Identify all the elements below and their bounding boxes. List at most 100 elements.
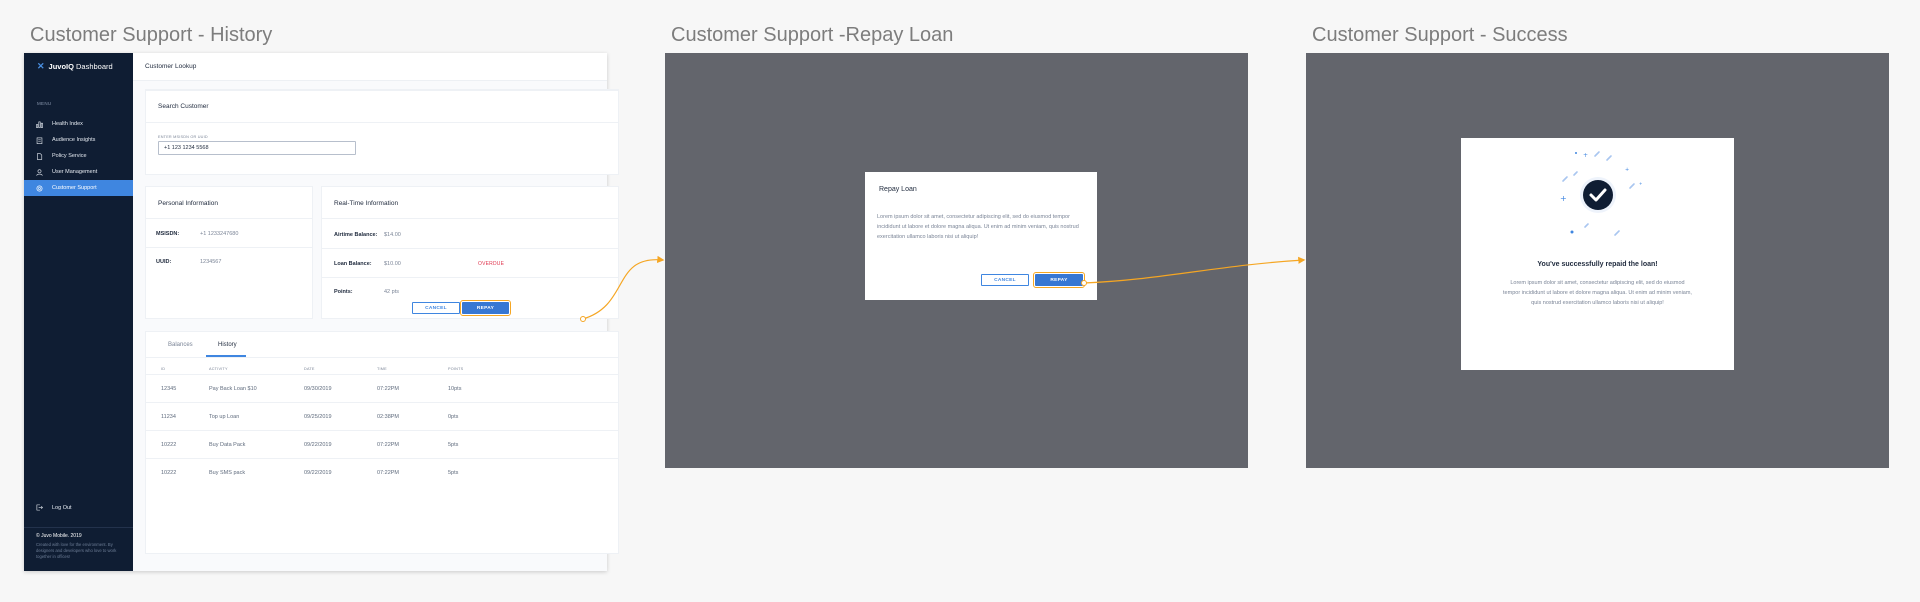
tab-history[interactable]: History [218, 342, 237, 348]
personal-info-card: Personal Information MSISDN: +1 12332476… [145, 186, 313, 319]
history-screen: ✕ JuvoIQ Dashboard MENU Health Index Aud… [24, 53, 619, 571]
card-title: Real-Time Information [334, 200, 399, 207]
overdue-badge: OVERDUE [478, 261, 505, 267]
sidebar-item-label: User Management [52, 169, 98, 175]
clipboard-icon [36, 137, 43, 144]
divider [146, 430, 618, 431]
search-caption: ENTER MSISDN OR UUID [158, 135, 208, 139]
cell-time: 07:22PM [377, 470, 400, 476]
cell-date: 09/25/2019 [304, 414, 332, 420]
success-screen: + + + + You've successfully repaid the l… [1306, 53, 1889, 468]
divider [146, 357, 618, 358]
svg-text:+: + [1639, 181, 1642, 186]
cell-time: 07:22PM [377, 386, 400, 392]
column-header-date: DATE [304, 367, 315, 371]
msisdn-label: MSISDN: [156, 231, 180, 237]
cell-id: 10222 [161, 442, 177, 448]
copyright: © Juvo Mobile. 2019 [36, 533, 82, 539]
svg-text:+: + [1560, 194, 1567, 203]
loan-label: Loan Balance: [334, 261, 372, 267]
check-circle-icon [1583, 180, 1613, 210]
card-title: Personal Information [158, 200, 218, 207]
cell-time: 07:22PM [377, 442, 400, 448]
sidebar-item-policy-service[interactable]: Policy Service [24, 148, 133, 164]
cell-date: 09/30/2019 [304, 386, 332, 392]
search-customer-card: Search Customer ENTER MSISDN OR UUID +1 … [145, 90, 619, 175]
success-modal: + + + + You've successfully repaid the l… [1461, 138, 1734, 370]
cell-points: 0pts [448, 414, 459, 420]
user-icon [36, 168, 43, 176]
repay-button[interactable]: REPAY [1033, 272, 1085, 288]
board-title-repay: Customer Support -Repay Loan [671, 24, 954, 46]
logout-label: Log Out [52, 504, 72, 511]
divider [146, 374, 618, 375]
msisdn-value: +1 1233247680 [200, 231, 239, 237]
realtime-info-card: Real-Time Information Airtime Balance: $… [321, 186, 619, 319]
cell-points: 5pts [448, 470, 459, 476]
divider [146, 122, 618, 123]
airtime-label: Airtime Balance: [334, 232, 378, 238]
logout-icon [36, 504, 43, 511]
cell-activity: Pay Back Loan $10 [209, 386, 257, 392]
sidebar-item-label: Customer Support [52, 185, 97, 191]
points-value: 42 pts [384, 289, 399, 295]
divider [322, 218, 618, 219]
logo[interactable]: ✕ JuvoIQ Dashboard [37, 61, 113, 72]
success-illustration: + + + + [1560, 151, 1642, 236]
sidebar-item-label: Audience Insights [52, 137, 96, 143]
logo-icon: ✕ [37, 61, 45, 71]
logout-button[interactable]: Log Out [36, 504, 72, 511]
page-title: Customer Lookup [145, 63, 197, 70]
column-header-id: ID [161, 367, 166, 371]
divider [146, 218, 312, 219]
cell-date: 09/22/2019 [304, 470, 332, 476]
sidebar: ✕ JuvoIQ Dashboard MENU Health Index Aud… [24, 53, 133, 571]
svg-text:+: + [1625, 167, 1629, 173]
menu-caption: MENU [37, 101, 52, 106]
column-header-activity: ACTIVITY [209, 367, 228, 371]
repay-button[interactable]: REPAY [460, 300, 511, 316]
sidebar-nav: Health Index Audience Insights Policy Se… [24, 116, 133, 196]
svg-text:+: + [1583, 152, 1588, 159]
cell-points: 10pts [448, 386, 462, 392]
history-card: Balances History ID ACTIVITY DATE TIME P… [145, 331, 619, 554]
modal-title: Repay Loan [879, 186, 917, 193]
sidebar-item-user-management[interactable]: User Management [24, 164, 133, 180]
modal-body: Lorem ipsum dolor sit amet, consectetur … [877, 214, 1079, 240]
cell-activity: Buy SMS pack [209, 470, 246, 476]
sidebar-item-label: Health Index [52, 121, 83, 127]
sidebar-item-label: Policy Service [52, 153, 87, 159]
credit-text: Created with love for the environment. B… [36, 542, 117, 559]
airtime-value: $14.00 [384, 232, 401, 238]
column-header-time: TIME [377, 367, 387, 371]
cell-activity: Buy Data Pack [209, 442, 246, 448]
divider [322, 277, 618, 278]
success-body: Lorem ipsum dolor sit amet, consectetur … [1503, 280, 1692, 306]
loan-value: $10.00 [384, 261, 401, 267]
cancel-button[interactable]: CANCEL [981, 274, 1029, 286]
sidebar-item-audience-insights[interactable]: Audience Insights [24, 132, 133, 148]
divider [322, 248, 618, 249]
search-input[interactable]: +1 123 1234 5568 [158, 141, 356, 155]
repay-modal: Repay Loan Lorem ipsum dolor sit amet, c… [865, 172, 1097, 300]
logo-brand: JuvoIQ [48, 62, 74, 71]
card-title: Search Customer [158, 103, 209, 110]
sidebar-item-customer-support[interactable]: Customer Support [24, 180, 133, 196]
repay-screen: Repay Loan Lorem ipsum dolor sit amet, c… [665, 53, 1248, 468]
logo-suffix: Dashboard [75, 62, 113, 71]
sidebar-item-health-index[interactable]: Health Index [24, 116, 133, 132]
top-bar: Customer Lookup [133, 53, 607, 81]
board-title-success: Customer Support - Success [1312, 24, 1568, 46]
cell-time: 02:38PM [377, 414, 400, 420]
cell-activity: Top up Loan [209, 414, 240, 420]
cell-points: 5pts [448, 442, 459, 448]
uuid-label: UUID: [156, 259, 172, 265]
cell-id: 12345 [161, 386, 177, 392]
support-icon [36, 185, 43, 192]
points-label: Points: [334, 289, 353, 295]
cell-date: 09/22/2019 [304, 442, 332, 448]
sidebar-divider [24, 527, 133, 528]
success-title: You've successfully repaid the loan! [1537, 261, 1658, 268]
tab-balances[interactable]: Balances [168, 342, 193, 348]
cancel-button[interactable]: CANCEL [412, 302, 460, 314]
